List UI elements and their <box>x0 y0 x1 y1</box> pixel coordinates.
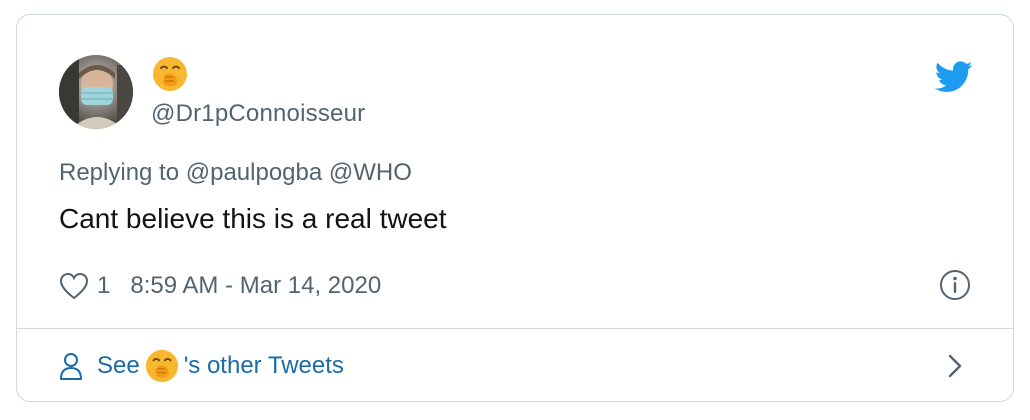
person-icon <box>60 353 82 380</box>
replying-to-line: Replying to @paulpogba @WHO <box>59 159 412 187</box>
replying-to-label: Replying to <box>59 159 180 186</box>
tweet-timestamp[interactable]: 8:59 AM - Mar 14, 2020 <box>130 272 381 300</box>
see-other-tweets-link[interactable]: See 's other Tweets <box>59 345 344 387</box>
avatar[interactable] <box>59 55 133 129</box>
tweet-text: Cant believe this is a real tweet <box>59 203 447 234</box>
mention-link[interactable]: @paulpogba <box>186 159 322 186</box>
card-divider <box>17 328 1013 329</box>
yawning-face-emoji-icon[interactable] <box>151 55 189 93</box>
author-handle[interactable]: @Dr1pConnoisseur <box>151 100 365 128</box>
mention-link[interactable]: @WHO <box>329 159 412 186</box>
other-tweets-label: 's other Tweets <box>183 352 344 379</box>
yawning-face-emoji-icon <box>145 349 178 383</box>
tweet-meta-row: 1 8:59 AM - Mar 14, 2020 <box>59 269 381 303</box>
info-icon[interactable] <box>939 269 971 301</box>
twitter-bird-icon[interactable] <box>934 61 973 93</box>
heart-icon[interactable] <box>59 272 89 300</box>
chevron-right-icon[interactable] <box>945 351 965 381</box>
like-count[interactable]: 1 <box>97 272 110 300</box>
tweet-card[interactable]: @Dr1pConnoisseur Replying to @paulpogba … <box>16 14 1014 402</box>
see-label: See <box>97 352 140 379</box>
